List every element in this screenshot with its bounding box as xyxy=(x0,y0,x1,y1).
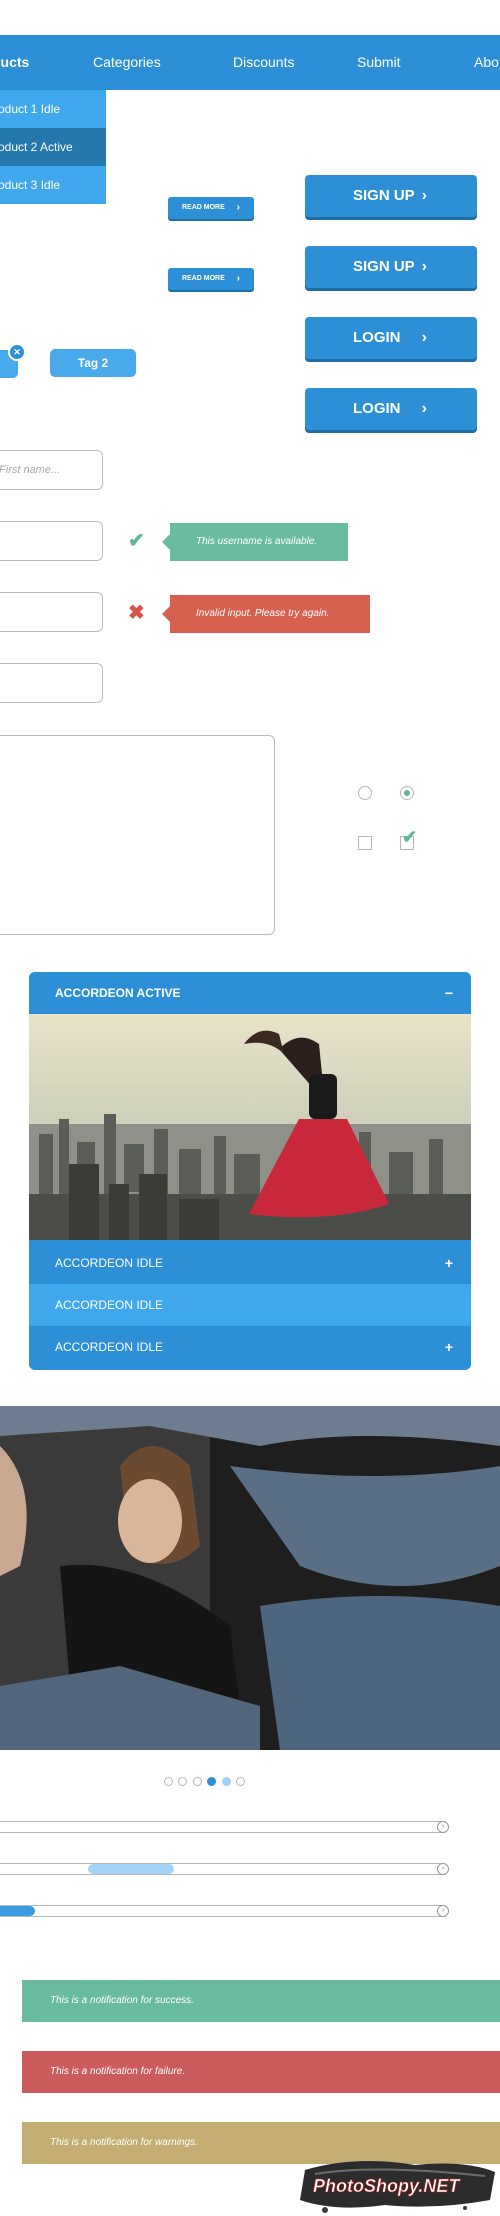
chevron-right-icon: › xyxy=(236,202,240,213)
plus-icon: + xyxy=(444,1255,453,1271)
checkbox-unchecked[interactable] xyxy=(358,836,372,850)
nav-item-submit[interactable]: Submit xyxy=(357,35,401,90)
text-field[interactable] xyxy=(0,663,103,703)
accordion-content-image xyxy=(29,1014,471,1240)
username-field-invalid[interactable] xyxy=(0,592,103,632)
login-button-hover[interactable]: LOGIN › xyxy=(305,388,477,430)
nav-item-about[interactable]: Abo xyxy=(474,35,499,90)
nav-item-discounts[interactable]: Discounts xyxy=(233,35,294,90)
error-tooltip: Invalid input. Please try again. xyxy=(162,595,370,633)
accordion-label: ACCORDEON IDLE xyxy=(55,1298,164,1312)
nav-item-categories[interactable]: Categories xyxy=(93,35,161,90)
dropdown-item-product-1[interactable]: roduct 1 Idle xyxy=(0,90,106,128)
chevron-right-icon: › xyxy=(421,400,427,417)
progress-track-2[interactable] xyxy=(0,1863,448,1875)
slider-end-icon: › xyxy=(437,1821,449,1833)
accordion-label: ACCORDEON IDLE xyxy=(55,1340,164,1354)
nav-item-products[interactable]: ducts xyxy=(0,35,29,90)
read-more-label: READ MORE xyxy=(182,275,225,282)
sign-up-button-hover[interactable]: SIGN UP › xyxy=(305,246,477,288)
slider-image xyxy=(0,1406,500,1750)
plus-icon: + xyxy=(444,1339,453,1355)
notification-failure: This is a notification for failure. xyxy=(22,2051,500,2093)
radio-unselected[interactable] xyxy=(358,786,372,800)
radio-selected[interactable] xyxy=(400,786,414,800)
progress-track-1[interactable] xyxy=(0,1821,448,1833)
slider-handle[interactable] xyxy=(88,1864,174,1874)
slider-dot-2[interactable] xyxy=(178,1777,187,1786)
close-icon[interactable]: ✕ xyxy=(8,343,26,361)
read-more-label: READ MORE xyxy=(182,204,225,211)
login-button[interactable]: LOGIN › xyxy=(305,317,477,359)
cross-icon: ✖ xyxy=(128,602,145,624)
tag-2[interactable]: Tag 2 xyxy=(50,349,136,377)
chevron-right-icon: › xyxy=(421,187,427,204)
products-dropdown: roduct 1 Idle roduct 2 Active roduct 3 I… xyxy=(0,90,106,204)
accordion-label: ACCORDEON ACTIVE xyxy=(55,986,181,1000)
slider-dot-1[interactable] xyxy=(164,1777,173,1786)
accordion-header-idle-1[interactable]: ACCORDEON IDLE + xyxy=(29,1242,471,1284)
slider-dot-4-active[interactable] xyxy=(207,1777,216,1786)
slider-dot-6[interactable] xyxy=(236,1777,245,1786)
slider-dot-5[interactable] xyxy=(222,1777,231,1786)
slider-dot-3[interactable] xyxy=(193,1777,202,1786)
first-name-field[interactable] xyxy=(0,450,103,490)
sign-up-button[interactable]: SIGN UP › xyxy=(305,175,477,217)
progress-track-3[interactable] xyxy=(0,1905,448,1917)
chevron-right-icon: › xyxy=(421,329,427,346)
notification-success: This is a notification for success. xyxy=(22,1980,500,2022)
username-field-valid[interactable] xyxy=(0,521,103,561)
accordion-label: ACCORDEON IDLE xyxy=(55,1256,164,1270)
svg-text:PhotoShopy.NET: PhotoShopy.NET xyxy=(313,2176,461,2196)
accordion: ACCORDEON ACTIVE − ACCORDEON IDLE + ACCO… xyxy=(29,972,471,1370)
progress-fill xyxy=(0,1906,35,1916)
accordion-header-active[interactable]: ACCORDEON ACTIVE − xyxy=(29,972,471,1014)
slider-end-icon: › xyxy=(437,1863,449,1875)
dropdown-item-product-2[interactable]: roduct 2 Active xyxy=(0,128,106,166)
dropdown-item-product-3[interactable]: roduct 3 Idle xyxy=(0,166,106,204)
city-woman-photo xyxy=(29,1014,471,1240)
success-tooltip: This username is available. xyxy=(162,523,348,561)
checkmark-icon: ✔ xyxy=(128,530,145,552)
checkmark-icon: ✔ xyxy=(402,827,418,847)
minus-icon: − xyxy=(444,985,453,1001)
message-textarea[interactable] xyxy=(0,735,275,935)
read-more-button-hover[interactable]: READ MORE › xyxy=(168,268,254,290)
read-more-button[interactable]: READ MORE › xyxy=(168,197,254,219)
slider-end-icon: › xyxy=(437,1905,449,1917)
chevron-right-icon: › xyxy=(421,258,427,275)
accordion-header-idle-2[interactable]: ACCORDEON IDLE xyxy=(29,1284,471,1326)
main-navbar: ducts Categories Discounts Submit Abo xyxy=(0,35,500,90)
accordion-header-idle-3[interactable]: ACCORDEON IDLE + xyxy=(29,1326,471,1368)
couple-photo xyxy=(0,1406,500,1750)
watermark-logo: PhotoShopy.NET xyxy=(300,2161,495,2213)
chevron-right-icon: › xyxy=(236,273,240,284)
